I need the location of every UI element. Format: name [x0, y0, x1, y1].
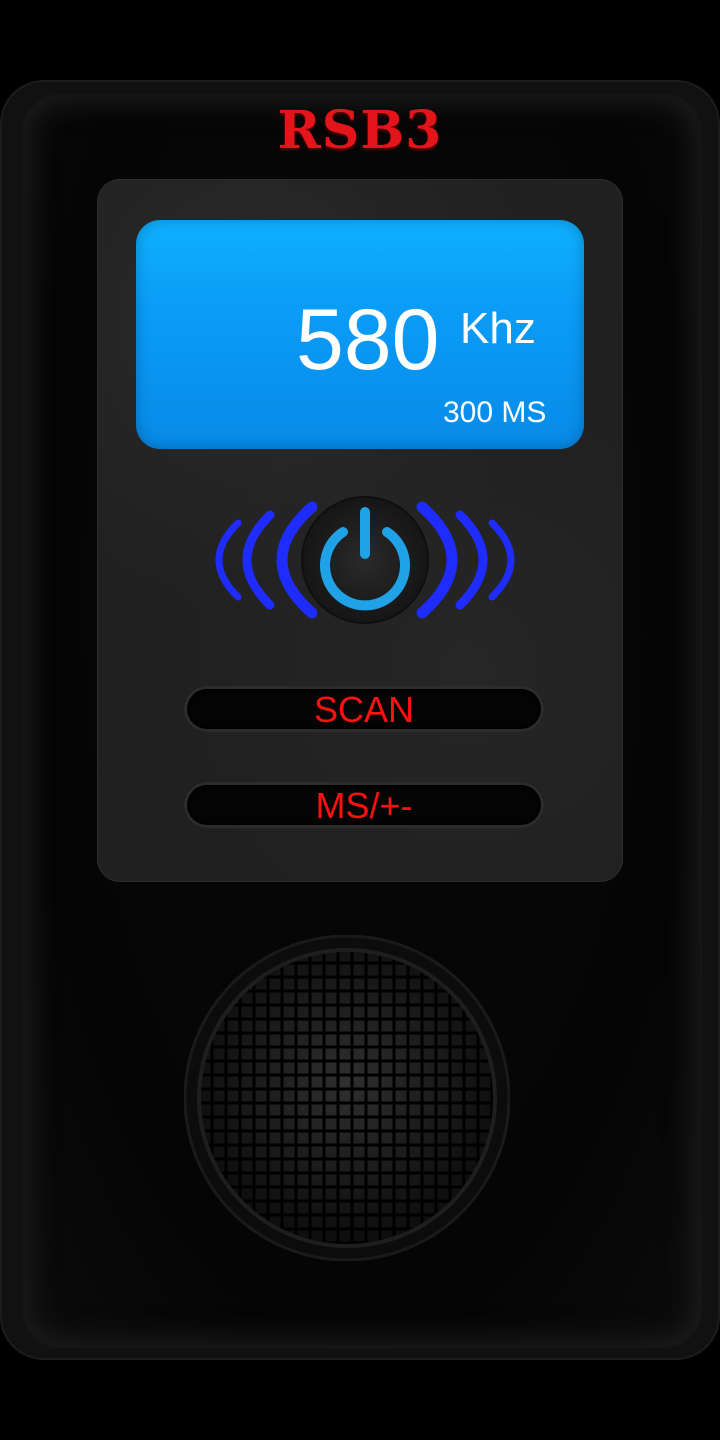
scan-button[interactable]: SCAN [184, 686, 544, 732]
interval-readout: 300 MS [443, 396, 547, 429]
frequency-unit: Khz [460, 304, 536, 353]
frequency-value: 580 [296, 292, 440, 388]
brand-title: RSB3 [277, 100, 443, 161]
speaker-grille-icon [183, 934, 511, 1262]
power-button[interactable] [303, 498, 427, 622]
ms-adjust-button[interactable]: MS/+- [184, 782, 544, 828]
power-icon [320, 507, 410, 611]
power-control [200, 495, 530, 625]
